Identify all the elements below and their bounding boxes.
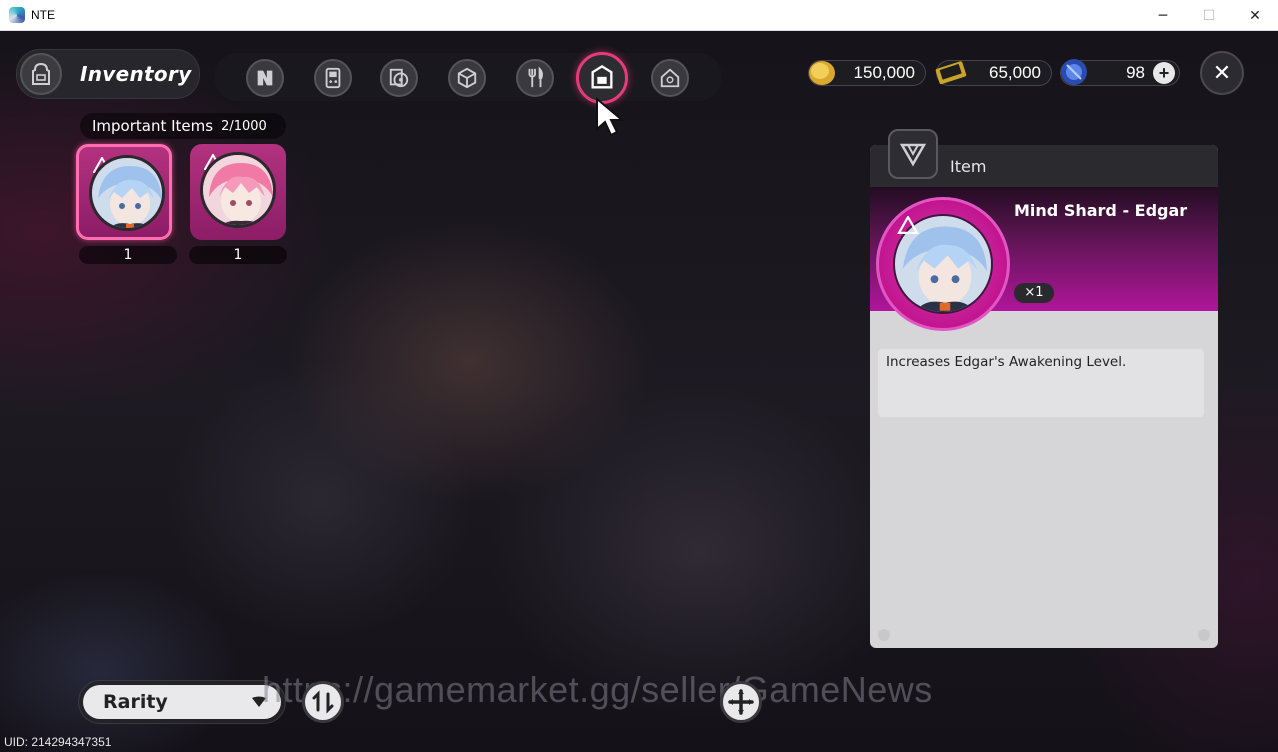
minimize-button[interactable]: ─ [1140,0,1186,31]
ticket-amount: 65,000 [989,63,1041,82]
window-title: NTE [31,8,55,22]
sort-label: Rarity [103,691,168,713]
item-slot-edgar[interactable] [76,144,172,240]
n-logo-icon [257,70,273,86]
character-portrait [89,155,165,231]
sort-dropdown-field[interactable]: Rarity [83,685,281,719]
gold-coin-icon [809,61,835,85]
item-count: 2/1000 [221,118,267,134]
tab-records[interactable] [380,59,418,97]
window-close-button[interactable]: ✕ [1232,0,1278,31]
sort-dropdown[interactable]: Rarity [78,680,286,724]
game-viewport: Inventory 150,000 65,000 98 + ✕ Importan… [0,31,1278,752]
disc-drive-icon [389,68,409,88]
close-inventory-button[interactable]: ✕ [1200,51,1244,95]
window-controls: ─ ☐ ✕ [1140,0,1278,31]
backpack-icon [20,53,62,95]
tab-devices[interactable] [314,59,352,97]
item-name: Mind Shard - Edgar [1014,201,1188,220]
tab-all[interactable] [246,59,284,97]
item-emblem [876,197,1010,331]
handheld-console-icon [325,67,341,89]
currency-gold: 150,000 [808,60,926,86]
house-icon [660,68,680,88]
sort-order-button[interactable] [302,681,344,723]
app-icon [9,7,25,23]
section-header: Important Items 2/1000 [80,113,286,139]
key-item-icon [591,64,613,89]
inventory-header: Inventory [16,49,200,99]
ticket-icon [935,61,967,85]
item-type-badge [888,129,938,179]
blue-crystal-icon [1061,59,1087,85]
item-description: Increases Edgar's Awakening Level. [886,354,1127,370]
maximize-button[interactable]: ☐ [1186,0,1232,31]
item-owned-quantity: ×1 [1014,283,1054,303]
item-detail-panel: Item Mind Shard - Edgar ×1 Increases Edg… [870,145,1218,648]
tab-housing[interactable] [651,59,689,97]
navigate-button[interactable] [720,681,762,723]
item-quantity: 1 [79,246,177,264]
item-description-box: Increases Edgar's Awakening Level. [878,349,1204,417]
tab-food[interactable] [516,59,554,97]
page-title: Inventory [80,62,192,86]
triangle-logo-icon [899,143,927,167]
sort-arrows-icon [312,690,334,714]
crystal-amount: 98 [1126,63,1145,82]
item-slot-pink[interactable] [190,144,286,240]
tab-materials[interactable] [448,59,486,97]
window-titlebar: NTE ─ ☐ ✕ [0,0,1278,31]
gold-amount: 150,000 [853,63,915,82]
mouse-cursor-icon [596,97,625,137]
rarity-triangle-icon [897,216,919,234]
add-crystal-button[interactable]: + [1153,62,1175,84]
character-portrait [200,152,276,228]
cube-icon [457,67,477,89]
currency-ticket: 65,000 [935,60,1052,86]
section-label: Important Items [92,117,214,135]
panel-corner-dot [878,629,890,641]
crosshair-plus-icon [728,689,754,715]
watermark: https://gamemarket.gg/seller/GameNews [262,669,933,710]
user-id: UID: 214294347351 [4,735,112,749]
currency-crystal: 98 + [1060,59,1180,86]
item-quantity: 1 [189,246,287,264]
panel-corner-dot [1198,629,1210,641]
detail-header-label: Item [950,157,987,176]
fork-knife-icon [528,67,543,88]
